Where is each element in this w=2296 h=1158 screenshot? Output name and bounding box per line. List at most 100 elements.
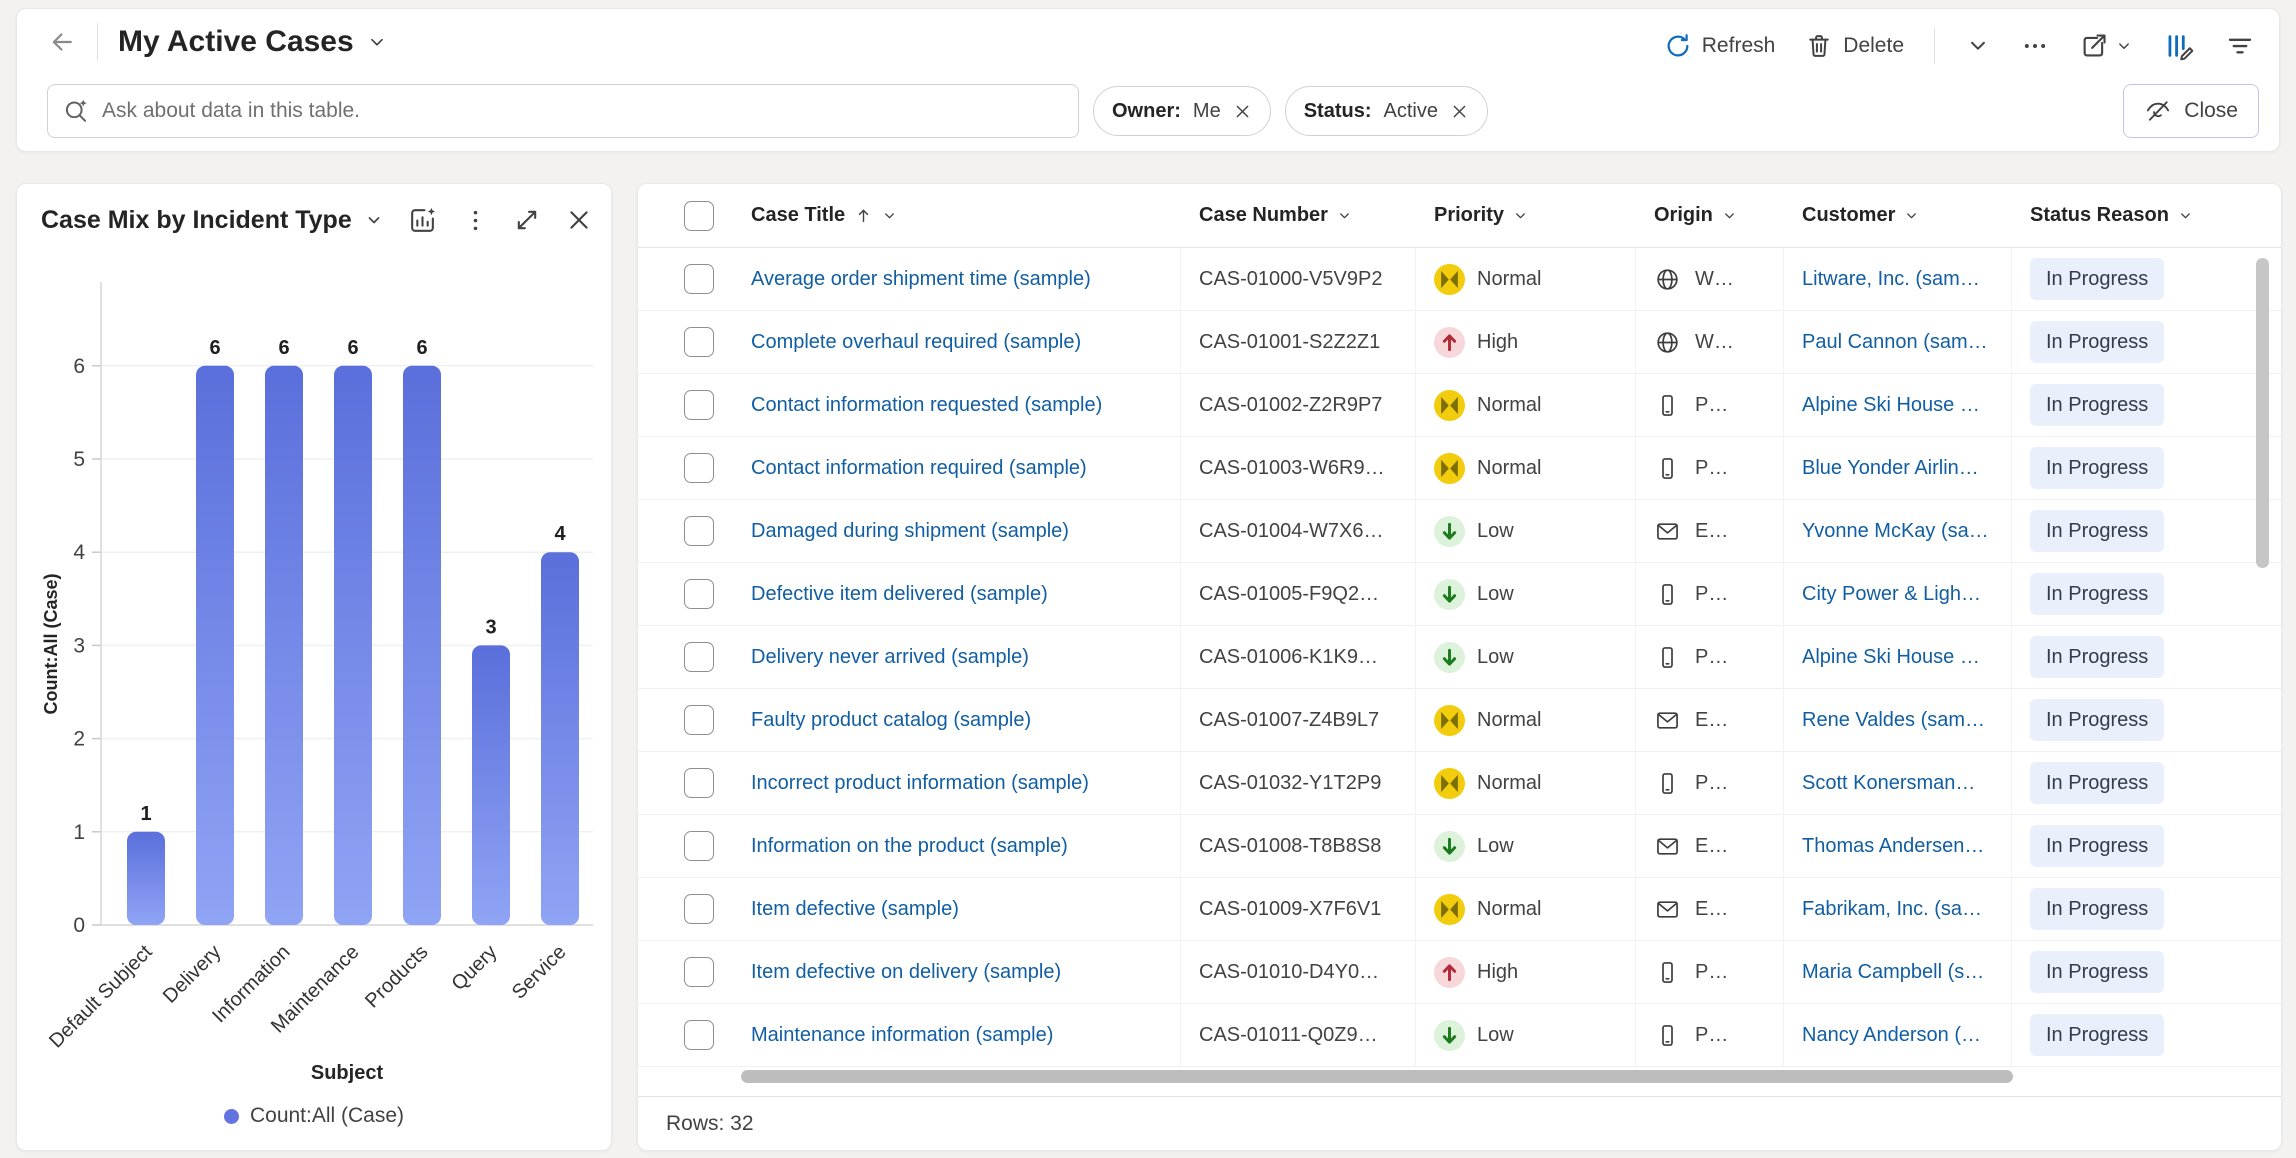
overflow-menu-button[interactable] <box>2021 32 2049 60</box>
table-row: Maintenance information (sample) CAS-010… <box>638 1004 2281 1067</box>
chevron-down-icon <box>1513 208 1528 223</box>
customer-link[interactable]: Rene Valdes (sam… <box>1802 709 1985 732</box>
horizontal-scrollbar-thumb[interactable] <box>741 1070 2013 1083</box>
row-checkbox[interactable] <box>684 390 714 420</box>
case-title-link[interactable]: Delivery never arrived (sample) <box>751 646 1029 669</box>
status-badge: In Progress <box>2030 510 2164 552</box>
row-checkbox[interactable] <box>684 264 714 294</box>
grid-rows: Average order shipment time (sample) CAS… <box>638 248 2281 1067</box>
customer-link[interactable]: City Power & Ligh… <box>1802 583 1981 606</box>
priority-cell: High <box>1416 941 1636 1003</box>
customer-link[interactable]: Thomas Andersen… <box>1802 835 1984 858</box>
case-title-link[interactable]: Defective item delivered (sample) <box>751 583 1048 606</box>
origin-icon <box>1654 770 1681 797</box>
share-button[interactable] <box>2079 31 2133 61</box>
svg-text:3: 3 <box>73 634 85 657</box>
origin-label: P… <box>1695 961 1728 984</box>
column-header-customer[interactable]: Customer <box>1784 204 2012 227</box>
case-number-cell: CAS-01004-W7X6… <box>1181 500 1416 562</box>
toolbar-actions: Refresh Delete <box>1664 23 2255 69</box>
row-checkbox[interactable] <box>684 1020 714 1050</box>
close-chart-icon-button[interactable] <box>565 206 593 234</box>
column-header-case-title[interactable]: Case Title <box>733 204 1181 227</box>
row-checkbox[interactable] <box>684 642 714 672</box>
customer-cell: Blue Yonder Airlin… <box>1784 437 2012 499</box>
column-header-priority[interactable]: Priority <box>1416 204 1636 227</box>
customer-cell: Maria Campbell (s… <box>1784 941 2012 1003</box>
search-input[interactable] <box>102 99 1064 123</box>
close-search-button[interactable]: Close <box>2123 84 2259 138</box>
customer-link[interactable]: Alpine Ski House … <box>1802 394 1980 417</box>
row-checkbox[interactable] <box>684 516 714 546</box>
origin-icon <box>1654 329 1681 356</box>
row-checkbox[interactable] <box>684 579 714 609</box>
row-checkbox[interactable] <box>684 894 714 924</box>
remove-filter-icon[interactable] <box>1233 102 1252 121</box>
status-badge: In Progress <box>2030 321 2164 363</box>
priority-label: Normal <box>1477 898 1541 921</box>
case-title-link[interactable]: Complete overhaul required (sample) <box>751 331 1081 354</box>
customer-link[interactable]: Paul Cannon (sam… <box>1802 331 1988 354</box>
refresh-button[interactable]: Refresh <box>1664 32 1776 60</box>
customer-cell: Fabrikam, Inc. (sa… <box>1784 878 2012 940</box>
filter-chip-status[interactable]: Status: Active <box>1285 86 1488 136</box>
case-title-link[interactable]: Incorrect product information (sample) <box>751 772 1089 795</box>
case-title-link[interactable]: Average order shipment time (sample) <box>751 268 1091 291</box>
legend-label: Count:All (Case) <box>250 1104 404 1128</box>
customer-link[interactable]: Yvonne McKay (sa… <box>1802 520 1989 543</box>
origin-icon <box>1654 266 1681 293</box>
customer-link[interactable]: Alpine Ski House … <box>1802 646 1980 669</box>
more-commands-chevron-button[interactable] <box>1965 33 1991 59</box>
filter-icon-button[interactable] <box>2225 31 2255 61</box>
column-header-origin[interactable]: Origin <box>1636 204 1784 227</box>
ai-chart-icon-button[interactable] <box>407 205 438 236</box>
column-header-status-reason[interactable]: Status Reason <box>2012 204 2283 227</box>
case-title-link[interactable]: Contact information required (sample) <box>751 457 1087 480</box>
row-checkbox[interactable] <box>684 768 714 798</box>
row-checkbox[interactable] <box>684 831 714 861</box>
case-title-link[interactable]: Information on the product (sample) <box>751 835 1068 858</box>
customer-link[interactable]: Litware, Inc. (sam… <box>1802 268 1980 291</box>
case-title-link[interactable]: Contact information requested (sample) <box>751 394 1102 417</box>
row-checkbox[interactable] <box>684 957 714 987</box>
expand-chart-icon-button[interactable] <box>513 206 541 234</box>
edit-columns-icon-button[interactable] <box>2163 30 2195 62</box>
delete-button[interactable]: Delete <box>1805 32 1904 60</box>
case-number-cell: CAS-01008-T8B8S8 <box>1181 815 1416 877</box>
customer-link[interactable]: Maria Campbell (s… <box>1802 961 1984 984</box>
table-row: Information on the product (sample) CAS-… <box>638 815 2281 878</box>
filter-chip-owner[interactable]: Owner: Me <box>1093 86 1271 136</box>
origin-cell: E… <box>1636 689 1784 751</box>
column-header-case-number[interactable]: Case Number <box>1181 204 1416 227</box>
origin-cell: P… <box>1636 1004 1784 1066</box>
row-checkbox[interactable] <box>684 453 714 483</box>
origin-cell: P… <box>1636 563 1784 625</box>
row-checkbox[interactable] <box>684 327 714 357</box>
column-label: Customer <box>1802 204 1895 227</box>
case-title-link[interactable]: Maintenance information (sample) <box>751 1024 1053 1047</box>
status-badge: In Progress <box>2030 1014 2164 1056</box>
view-selector[interactable]: My Active Cases <box>118 25 388 59</box>
customer-link[interactable]: Blue Yonder Airlin… <box>1802 457 1979 480</box>
chevron-down-icon <box>2178 208 2193 223</box>
customer-link[interactable]: Nancy Anderson (… <box>1802 1024 1981 1047</box>
customer-link[interactable]: Fabrikam, Inc. (sa… <box>1802 898 1982 921</box>
case-title-link[interactable]: Item defective (sample) <box>751 898 959 921</box>
chart-selector[interactable]: Case Mix by Incident Type <box>41 206 384 235</box>
chart-more-options-button[interactable] <box>462 207 489 234</box>
case-title-link[interactable]: Faulty product catalog (sample) <box>751 709 1031 732</box>
select-all-checkbox[interactable] <box>684 201 714 231</box>
case-title-link[interactable]: Damaged during shipment (sample) <box>751 520 1069 543</box>
back-button[interactable] <box>47 27 77 57</box>
svg-text:6: 6 <box>278 337 289 359</box>
priority-cell: Normal <box>1416 689 1636 751</box>
priority-label: Normal <box>1477 457 1541 480</box>
remove-filter-icon[interactable] <box>1450 102 1469 121</box>
priority-label: Normal <box>1477 772 1541 795</box>
row-checkbox[interactable] <box>684 705 714 735</box>
case-title-link[interactable]: Item defective on delivery (sample) <box>751 961 1061 984</box>
customer-link[interactable]: Scott Konersman… <box>1802 772 1975 795</box>
ai-search-box[interactable] <box>47 84 1079 138</box>
origin-label: P… <box>1695 394 1728 417</box>
vertical-scrollbar-thumb[interactable] <box>2256 258 2269 568</box>
